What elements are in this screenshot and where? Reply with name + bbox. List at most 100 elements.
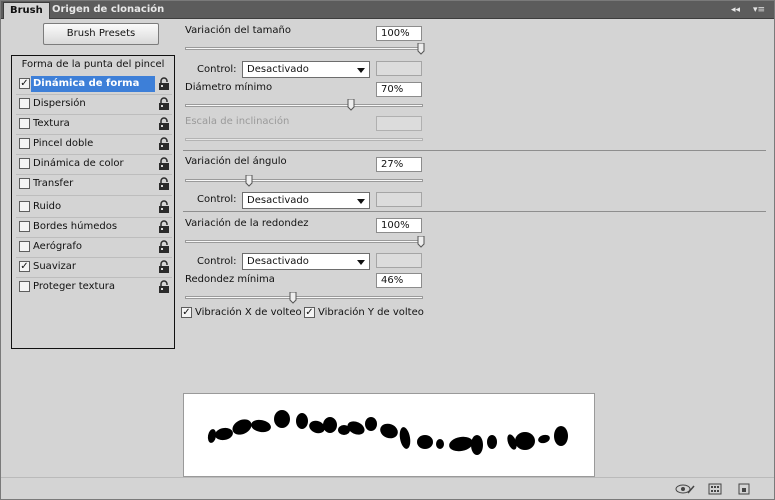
select-value: Desactivado — [247, 195, 309, 206]
roundness-jitter-label: Variación de la redondez — [185, 218, 309, 229]
roundness-jitter-slider[interactable] — [185, 240, 423, 243]
flip-x-checkbox[interactable]: ✓ — [181, 307, 192, 318]
list-item-label: Pincel doble — [33, 138, 94, 149]
eye-brush-icon[interactable] — [675, 483, 695, 495]
checkbox-dual-brush[interactable] — [19, 138, 30, 149]
list-item-smoothing[interactable]: ✓ Suavizar — [16, 259, 172, 275]
brush-settings-list: Forma de la punta del pincel ✓ Dinámica … — [11, 55, 175, 349]
slider-thumb[interactable] — [417, 236, 425, 248]
lock-icon[interactable] — [158, 177, 170, 191]
collapse-icon[interactable]: ◂◂ — [731, 3, 740, 17]
list-item-airbrush[interactable]: Aerógrafo — [16, 239, 172, 255]
size-control-select[interactable]: Desactivado — [242, 61, 370, 78]
checkbox-scattering[interactable] — [19, 98, 30, 109]
min-roundness-input[interactable]: 46% — [376, 273, 422, 288]
lock-icon[interactable] — [158, 77, 170, 91]
list-item-transfer[interactable]: Transfer — [16, 176, 172, 192]
list-item-label: Dinámica de forma — [31, 76, 155, 92]
chevron-down-icon — [357, 68, 365, 73]
tilt-scale-slider — [185, 138, 423, 141]
list-item-color-dynamics[interactable]: Dinámica de color — [16, 156, 172, 172]
chevron-down-icon — [357, 199, 365, 204]
slider-thumb[interactable] — [289, 292, 297, 304]
min-diameter-slider[interactable] — [185, 104, 423, 107]
list-item-label: Textura — [33, 118, 70, 129]
lock-icon[interactable] — [158, 117, 170, 131]
tilt-scale-label: Escala de inclinación — [185, 116, 290, 127]
checkbox-wet-edges[interactable] — [19, 221, 30, 232]
checkbox-shape-dynamics[interactable]: ✓ — [19, 78, 30, 89]
flip-x-label: Vibración X de volteo — [195, 307, 302, 318]
checkbox-color-dynamics[interactable] — [19, 158, 30, 169]
size-control-field — [376, 61, 422, 76]
checkbox-transfer[interactable] — [19, 178, 30, 189]
lock-icon[interactable] — [158, 240, 170, 254]
list-item-scattering[interactable]: Dispersión — [16, 96, 172, 112]
checkbox-smoothing[interactable]: ✓ — [19, 261, 30, 272]
lock-icon[interactable] — [158, 97, 170, 111]
min-roundness-label: Redondez mínima — [185, 274, 275, 285]
brush-panel: Brush Origen de clonación ◂◂ ▾≡ Brush Pr… — [0, 0, 775, 500]
list-item-label: Aerógrafo — [33, 241, 83, 252]
tilt-scale-input — [376, 116, 422, 131]
checkbox-protect-texture[interactable] — [19, 281, 30, 292]
roundness-control-select[interactable]: Desactivado — [242, 253, 370, 270]
slider-thumb[interactable] — [417, 43, 425, 55]
angle-control-label: Control: — [197, 194, 237, 205]
lock-icon[interactable] — [158, 260, 170, 274]
brush-stroke-preview — [183, 393, 595, 477]
lock-icon[interactable] — [158, 137, 170, 151]
checkbox-texture[interactable] — [19, 118, 30, 129]
slider-thumb[interactable] — [245, 175, 253, 187]
tab-clone-source[interactable]: Origen de clonación — [46, 2, 170, 19]
flip-y-jitter[interactable]: ✓ Vibración Y de volteo — [304, 306, 424, 320]
list-item-label: Ruido — [33, 201, 62, 212]
flip-y-checkbox[interactable]: ✓ — [304, 307, 315, 318]
list-item-label: Dispersión — [33, 98, 86, 109]
size-control-label: Control: — [197, 64, 237, 75]
tab-brush[interactable]: Brush — [3, 2, 50, 19]
panel-footer — [1, 477, 774, 499]
roundness-jitter-input[interactable]: 100% — [376, 218, 422, 233]
list-item-label: Bordes húmedos — [33, 221, 118, 232]
list-item-wet-edges[interactable]: Bordes húmedos — [16, 219, 172, 235]
list-item-protect-texture[interactable]: Proteger textura — [16, 279, 172, 295]
lock-icon[interactable] — [158, 220, 170, 234]
min-roundness-slider[interactable] — [185, 296, 423, 299]
select-value: Desactivado — [247, 64, 309, 75]
checkbox-noise[interactable] — [19, 201, 30, 212]
list-item-label: Transfer — [33, 178, 74, 189]
panel-menu-icon[interactable]: ▾≡ — [753, 3, 765, 17]
grid-icon[interactable] — [708, 483, 722, 495]
brush-presets-button[interactable]: Brush Presets — [43, 23, 159, 45]
flip-x-jitter[interactable]: ✓ Vibración X de volteo — [181, 306, 302, 320]
size-jitter-slider[interactable] — [185, 47, 423, 50]
roundness-control-label: Control: — [197, 256, 237, 267]
roundness-control-field — [376, 253, 422, 268]
list-item-label: Dinámica de color — [33, 158, 124, 169]
tab-bar: Brush Origen de clonación ◂◂ ▾≡ — [1, 1, 774, 19]
stroke-preview-image — [207, 410, 568, 455]
min-diameter-label: Diámetro mínimo — [185, 82, 273, 93]
list-item-shape-dynamics[interactable]: ✓ Dinámica de forma — [16, 76, 172, 92]
list-item-label: Proteger textura — [33, 281, 116, 292]
brush-tip-shape-header[interactable]: Forma de la punta del pincel — [12, 56, 174, 73]
checkbox-airbrush[interactable] — [19, 241, 30, 252]
angle-jitter-input[interactable]: 27% — [376, 157, 422, 172]
size-jitter-input[interactable]: 100% — [376, 26, 422, 41]
lock-icon[interactable] — [158, 200, 170, 214]
list-item-texture[interactable]: Textura — [16, 116, 172, 132]
new-preset-icon[interactable] — [737, 483, 751, 495]
min-diameter-input[interactable]: 70% — [376, 82, 422, 97]
angle-jitter-slider[interactable] — [185, 179, 423, 182]
lock-icon[interactable] — [158, 280, 170, 294]
lock-icon[interactable] — [158, 157, 170, 171]
list-item-dual-brush[interactable]: Pincel doble — [16, 136, 172, 152]
list-item-noise[interactable]: Ruido — [16, 199, 172, 215]
angle-control-select[interactable]: Desactivado — [242, 192, 370, 209]
list-item-label: Suavizar — [33, 261, 76, 272]
select-value: Desactivado — [247, 256, 309, 267]
chevron-down-icon — [357, 260, 365, 265]
slider-thumb[interactable] — [347, 99, 355, 111]
angle-jitter-label: Variación del ángulo — [185, 156, 287, 167]
